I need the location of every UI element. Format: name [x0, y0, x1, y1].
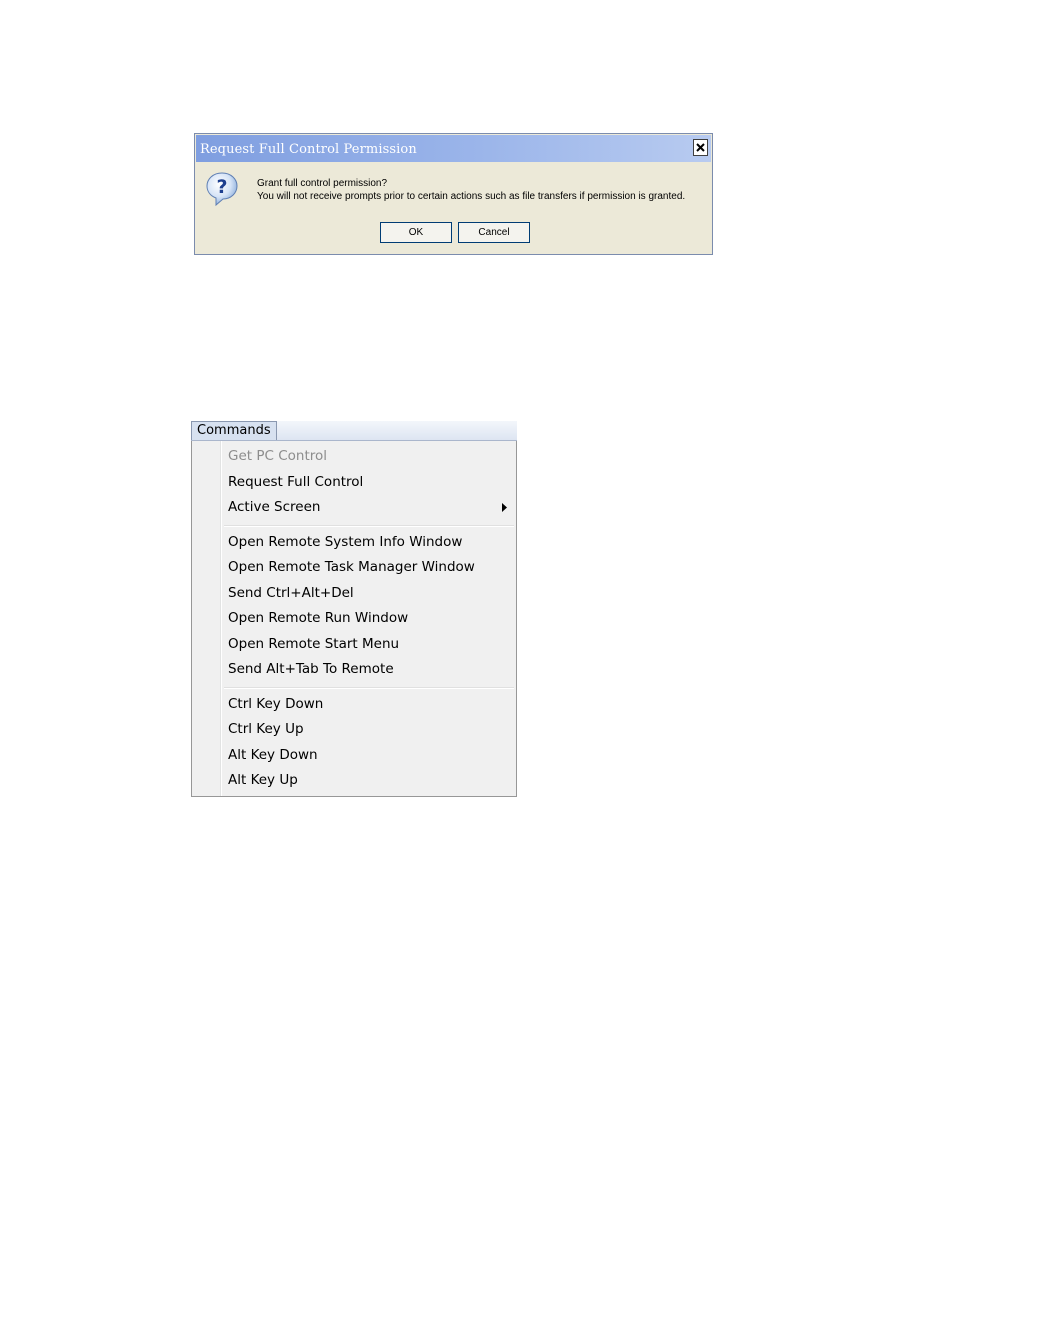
commands-menu: Get PC Control Request Full Control Acti… [191, 441, 517, 797]
dialog-message-detail: You will not receive prompts prior to ce… [257, 191, 686, 202]
menu-separator [224, 687, 514, 689]
menu-item-alt-key-down[interactable]: Alt Key Down [228, 745, 318, 765]
menu-item-request-full-control[interactable]: Request Full Control [228, 472, 363, 492]
menu-gutter [220, 441, 222, 796]
submenu-arrow-icon [502, 503, 507, 512]
menubar: Commands [191, 421, 517, 441]
menu-item-active-screen[interactable]: Active Screen [228, 497, 320, 517]
menu-item-open-remote-task-manager[interactable]: Open Remote Task Manager Window [228, 557, 475, 577]
request-full-control-dialog: Request Full Control Permission ? Grant … [194, 133, 713, 255]
dialog-titlebar[interactable]: Request Full Control Permission [196, 135, 711, 162]
menu-item-ctrl-key-down[interactable]: Ctrl Key Down [228, 694, 323, 714]
ok-button[interactable]: OK [380, 222, 452, 243]
menu-item-open-remote-run[interactable]: Open Remote Run Window [228, 608, 408, 628]
cancel-button[interactable]: Cancel [458, 222, 530, 243]
menu-item-ctrl-key-up[interactable]: Ctrl Key Up [228, 719, 304, 739]
close-button[interactable] [693, 139, 708, 156]
menu-item-get-pc-control[interactable]: Get PC Control [228, 446, 327, 466]
question-icon: ? [206, 172, 238, 207]
menubar-item-commands[interactable]: Commands [191, 421, 277, 440]
menu-item-open-remote-system-info[interactable]: Open Remote System Info Window [228, 532, 462, 552]
menu-item-send-ctrl-alt-del[interactable]: Send Ctrl+Alt+Del [228, 583, 354, 603]
menu-item-send-alt-tab[interactable]: Send Alt+Tab To Remote [228, 659, 394, 679]
menu-item-alt-key-up[interactable]: Alt Key Up [228, 770, 298, 790]
dialog-title: Request Full Control Permission [200, 142, 417, 157]
dialog-message-question: Grant full control permission? [257, 178, 388, 189]
svg-text:?: ? [216, 176, 227, 198]
close-icon [696, 143, 705, 152]
dialog-body: ? Grant full control permission? You wil… [195, 162, 712, 254]
menu-separator [224, 525, 514, 527]
menu-item-open-remote-start-menu[interactable]: Open Remote Start Menu [228, 634, 399, 654]
